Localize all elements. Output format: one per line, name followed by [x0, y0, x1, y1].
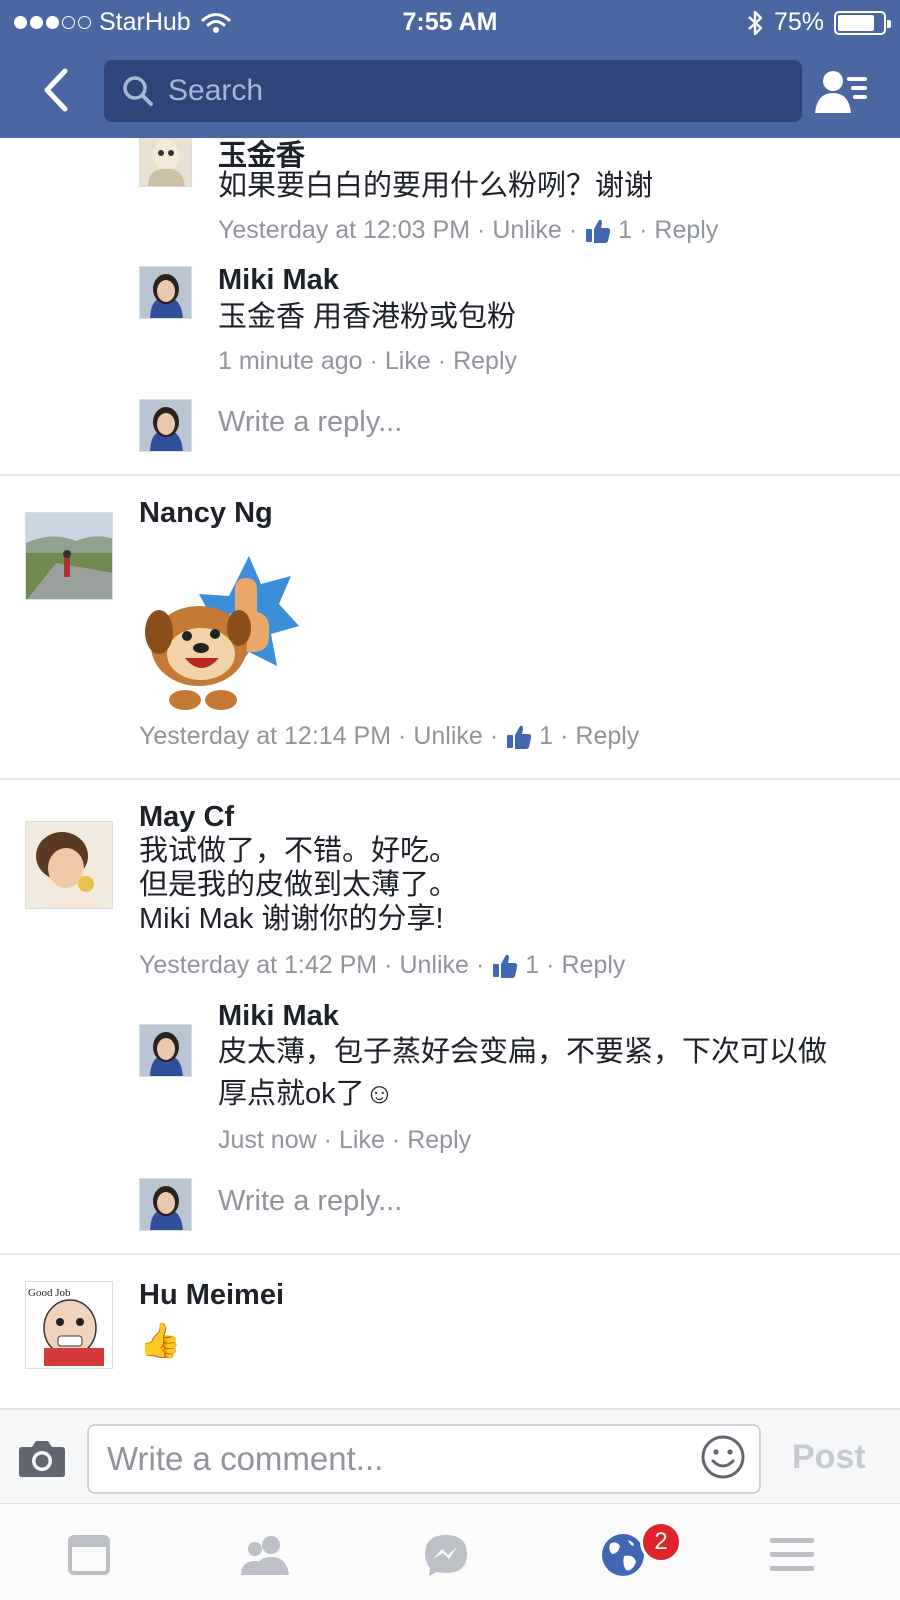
timestamp[interactable]: Yesterday at 1:42 PM	[139, 951, 377, 980]
back-button[interactable]	[34, 64, 78, 116]
comment-author[interactable]: May Cf	[139, 801, 234, 834]
comment-text-line: 我试做了，不错。好吃。	[139, 835, 459, 867]
tab-menu[interactable]	[762, 1527, 822, 1583]
unlike-link[interactable]: Unlike	[492, 216, 561, 245]
thumbs-up-dog-sticker	[139, 554, 301, 714]
write-reply-input[interactable]: Write a reply...	[218, 1185, 402, 1218]
news-feed-icon	[68, 1535, 110, 1575]
tab-friends[interactable]	[236, 1527, 296, 1583]
timestamp[interactable]: Yesterday at 12:14 PM	[139, 722, 391, 751]
comment-composer: Write a comment... Post	[0, 1408, 900, 1504]
comment-author[interactable]: Nancy Ng	[139, 497, 273, 530]
avatar[interactable]	[139, 266, 192, 319]
friend-requests-button[interactable]	[810, 64, 874, 118]
comment-meta: Yesterday at 12:03 PM · Unlike · 1 · Reply	[218, 216, 719, 245]
sticker-button[interactable]	[700, 1434, 746, 1480]
top-navigation-bar: StarHub 7:55 AM 75% Search	[0, 0, 900, 138]
like-count[interactable]: 1	[525, 951, 539, 980]
like-count[interactable]: 1	[539, 722, 553, 751]
timestamp[interactable]: Just now	[218, 1126, 317, 1155]
battery-icon	[834, 10, 891, 35]
avatar[interactable]	[25, 821, 113, 909]
search-placeholder: Search	[168, 74, 264, 107]
comments-list: 玉金香 如果要白白的要用什么粉咧？谢谢 Yesterday at 12:03 P…	[0, 138, 900, 1408]
smiley-icon	[701, 1435, 745, 1479]
camera-icon	[19, 1441, 65, 1477]
comment-meta: Just now · Like · Reply	[218, 1126, 472, 1155]
comment-text: 玉金香 用香港粉或包粉	[218, 301, 517, 333]
comment-text-line: 厚点就ok了☺	[218, 1078, 395, 1110]
avatar-caption: Good Job	[28, 1287, 71, 1299]
comment-text-line: Miki Mak 谢谢你的分享!	[139, 903, 444, 935]
avatar[interactable]	[25, 512, 113, 600]
friends-icon	[241, 1536, 289, 1575]
comment-text: 👍	[139, 1322, 182, 1360]
reply-link[interactable]: Reply	[654, 216, 718, 245]
tab-news-feed[interactable]	[59, 1527, 119, 1583]
unlike-link[interactable]: Unlike	[399, 951, 468, 980]
bottom-tab-bar: 2	[0, 1505, 900, 1600]
camera-button[interactable]	[18, 1438, 68, 1480]
write-reply-input[interactable]: Write a reply...	[218, 406, 402, 439]
comment-placeholder: Write a comment...	[107, 1440, 384, 1477]
comment-input[interactable]: Write a comment...	[87, 1424, 761, 1494]
notifications-badge: 2	[640, 1521, 682, 1563]
like-link[interactable]: Like	[385, 347, 431, 376]
reply-link[interactable]: Reply	[562, 951, 626, 980]
comment-meta: 1 minute ago · Like · Reply	[218, 347, 517, 376]
messenger-icon	[425, 1535, 467, 1576]
divider	[0, 474, 900, 476]
bluetooth-icon	[748, 10, 763, 35]
friend-list-icon	[815, 71, 867, 113]
post-button[interactable]: Post	[792, 1438, 866, 1477]
timestamp[interactable]: 1 minute ago	[218, 347, 363, 376]
like-link[interactable]: Like	[339, 1126, 385, 1155]
comment-text: 如果要白白的要用什么粉咧？谢谢	[218, 170, 654, 202]
comment-text-line: 皮太薄，包子蒸好会变扁，不要紧，下次可以做	[218, 1036, 828, 1068]
tab-messenger[interactable]	[416, 1527, 476, 1583]
notifications-globe-icon	[602, 1534, 644, 1576]
like-count-thumb-icon	[507, 725, 532, 749]
like-count-thumb-icon	[493, 954, 518, 978]
reply-link[interactable]: Reply	[407, 1126, 471, 1155]
avatar[interactable]: Good Job	[25, 1281, 113, 1369]
comment-text: 皮太薄，包子蒸好会变扁，不要紧，下次可以做 厚点就ok了☺	[218, 1031, 827, 1115]
battery-percent: 75%	[773, 8, 824, 36]
comment-author[interactable]: Miki Mak	[218, 1000, 339, 1033]
reply-link[interactable]: Reply	[453, 347, 517, 376]
search-input[interactable]: Search	[104, 60, 802, 122]
comment-text: 我试做了，不错。好吃。 但是我的皮做到太薄了。 Miki Mak 谢谢你的分享!	[139, 834, 458, 936]
comment-text-line: 但是我的皮做到太薄了。	[139, 869, 459, 901]
divider	[0, 778, 900, 780]
search-icon	[123, 76, 153, 106]
unlike-link[interactable]: Unlike	[413, 722, 482, 751]
like-count-thumb-icon	[586, 219, 611, 243]
status-bar: StarHub 7:55 AM 75%	[0, 0, 900, 44]
avatar	[139, 399, 192, 452]
comment-meta: Yesterday at 1:42 PM · Unlike · 1 · Reply	[139, 951, 626, 980]
avatar[interactable]	[139, 1024, 192, 1077]
comment-meta: Yesterday at 12:14 PM · Unlike · 1 · Reply	[139, 722, 640, 751]
divider	[0, 1253, 900, 1255]
timestamp[interactable]: Yesterday at 12:03 PM	[218, 216, 470, 245]
reply-link[interactable]: Reply	[575, 722, 639, 751]
comment-author[interactable]: Miki Mak	[218, 264, 339, 297]
chevron-left-icon	[44, 68, 68, 112]
avatar[interactable]	[139, 138, 192, 187]
like-count[interactable]: 1	[618, 216, 632, 245]
menu-icon	[770, 1538, 814, 1571]
avatar	[139, 1178, 192, 1231]
comment-author[interactable]: Hu Meimei	[139, 1279, 284, 1312]
